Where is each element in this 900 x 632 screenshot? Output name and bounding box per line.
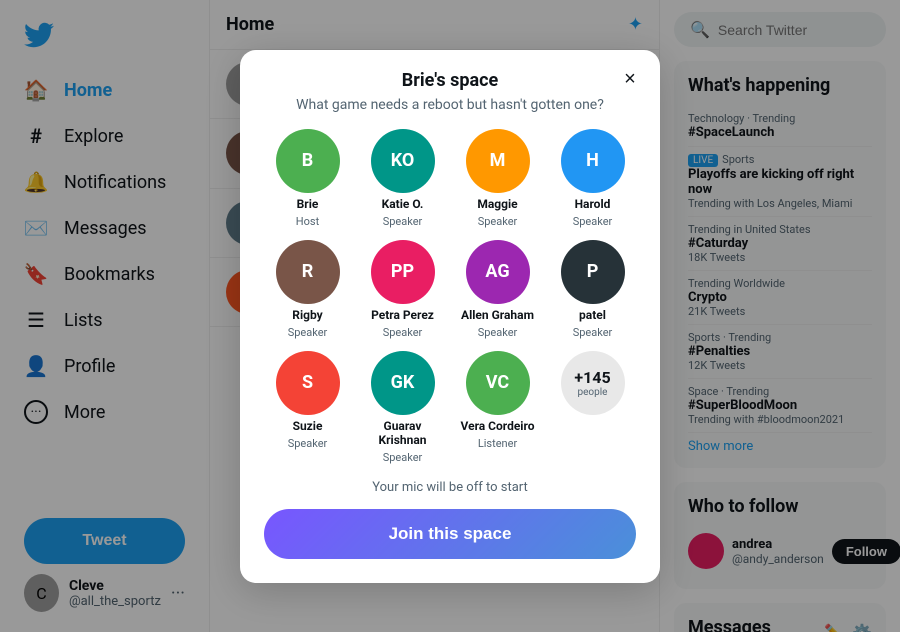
speaker-item: GK Guarav Krishnan Speaker [359, 351, 446, 464]
speaker-item: KO Katie O. Speaker [359, 129, 446, 228]
speaker-role: Host [296, 215, 319, 228]
avatar: H [561, 129, 625, 193]
speaker-role: Speaker [383, 326, 423, 339]
speaker-name: Maggie [477, 197, 517, 211]
speaker-role: Speaker [288, 326, 328, 339]
speaker-item: PP Petra Perez Speaker [359, 240, 446, 339]
speaker-name: Harold [575, 197, 611, 211]
speaker-item: M Maggie Speaker [454, 129, 541, 228]
speaker-name: patel [579, 308, 606, 322]
mic-note: Your mic will be off to start [264, 480, 636, 495]
close-button[interactable]: × [614, 64, 646, 96]
speaker-name: Suzie [293, 419, 323, 433]
speaker-role: Speaker [478, 215, 518, 228]
speaker-role: Speaker [383, 451, 423, 464]
speaker-role: Listener [478, 437, 517, 450]
speaker-item: R Rigby Speaker [264, 240, 351, 339]
speaker-role: Speaker [478, 326, 518, 339]
avatar: P [561, 240, 625, 304]
speaker-name: Brie [297, 197, 319, 211]
speaker-item: B Brie Host [264, 129, 351, 228]
modal-subtitle: What game needs a reboot but hasn't gott… [264, 97, 636, 113]
avatar: PP [371, 240, 435, 304]
modal-overlay[interactable]: × Brie's space What game needs a reboot … [0, 0, 900, 632]
speaker-item: AG Allen Graham Speaker [454, 240, 541, 339]
avatar: M [466, 129, 530, 193]
speaker-role: Speaker [383, 215, 423, 228]
speaker-item: S Suzie Speaker [264, 351, 351, 464]
join-space-button[interactable]: Join this space [264, 509, 636, 559]
avatar: R [276, 240, 340, 304]
speaker-name: Guarav Krishnan [359, 419, 446, 447]
speakers-grid: B Brie Host KO Katie O. Speaker M Maggie… [264, 129, 636, 464]
extra-people-label: people [578, 387, 608, 398]
speaker-item: VC Vera Cordeiro Listener [454, 351, 541, 464]
extra-people-count: +145 [574, 368, 610, 387]
avatar: AG [466, 240, 530, 304]
avatar: KO [371, 129, 435, 193]
speaker-name: Petra Perez [371, 308, 434, 322]
speaker-name: Rigby [292, 308, 322, 322]
modal-title: Brie's space [264, 70, 636, 91]
speaker-role: Speaker [288, 437, 328, 450]
speaker-name: Katie O. [382, 197, 424, 211]
avatar: VC [466, 351, 530, 415]
avatar: S [276, 351, 340, 415]
speaker-item: H Harold Speaker [549, 129, 636, 228]
speaker-item: P patel Speaker [549, 240, 636, 339]
speaker-name: Allen Graham [461, 308, 534, 322]
avatar: B [276, 129, 340, 193]
extra-people-badge: +145 people [561, 351, 625, 415]
extra-people-item: +145 people [549, 351, 636, 464]
space-modal: × Brie's space What game needs a reboot … [240, 50, 660, 583]
speaker-name: Vera Cordeiro [461, 419, 535, 433]
speaker-role: Speaker [573, 326, 613, 339]
avatar: GK [371, 351, 435, 415]
speaker-role: Speaker [573, 215, 613, 228]
